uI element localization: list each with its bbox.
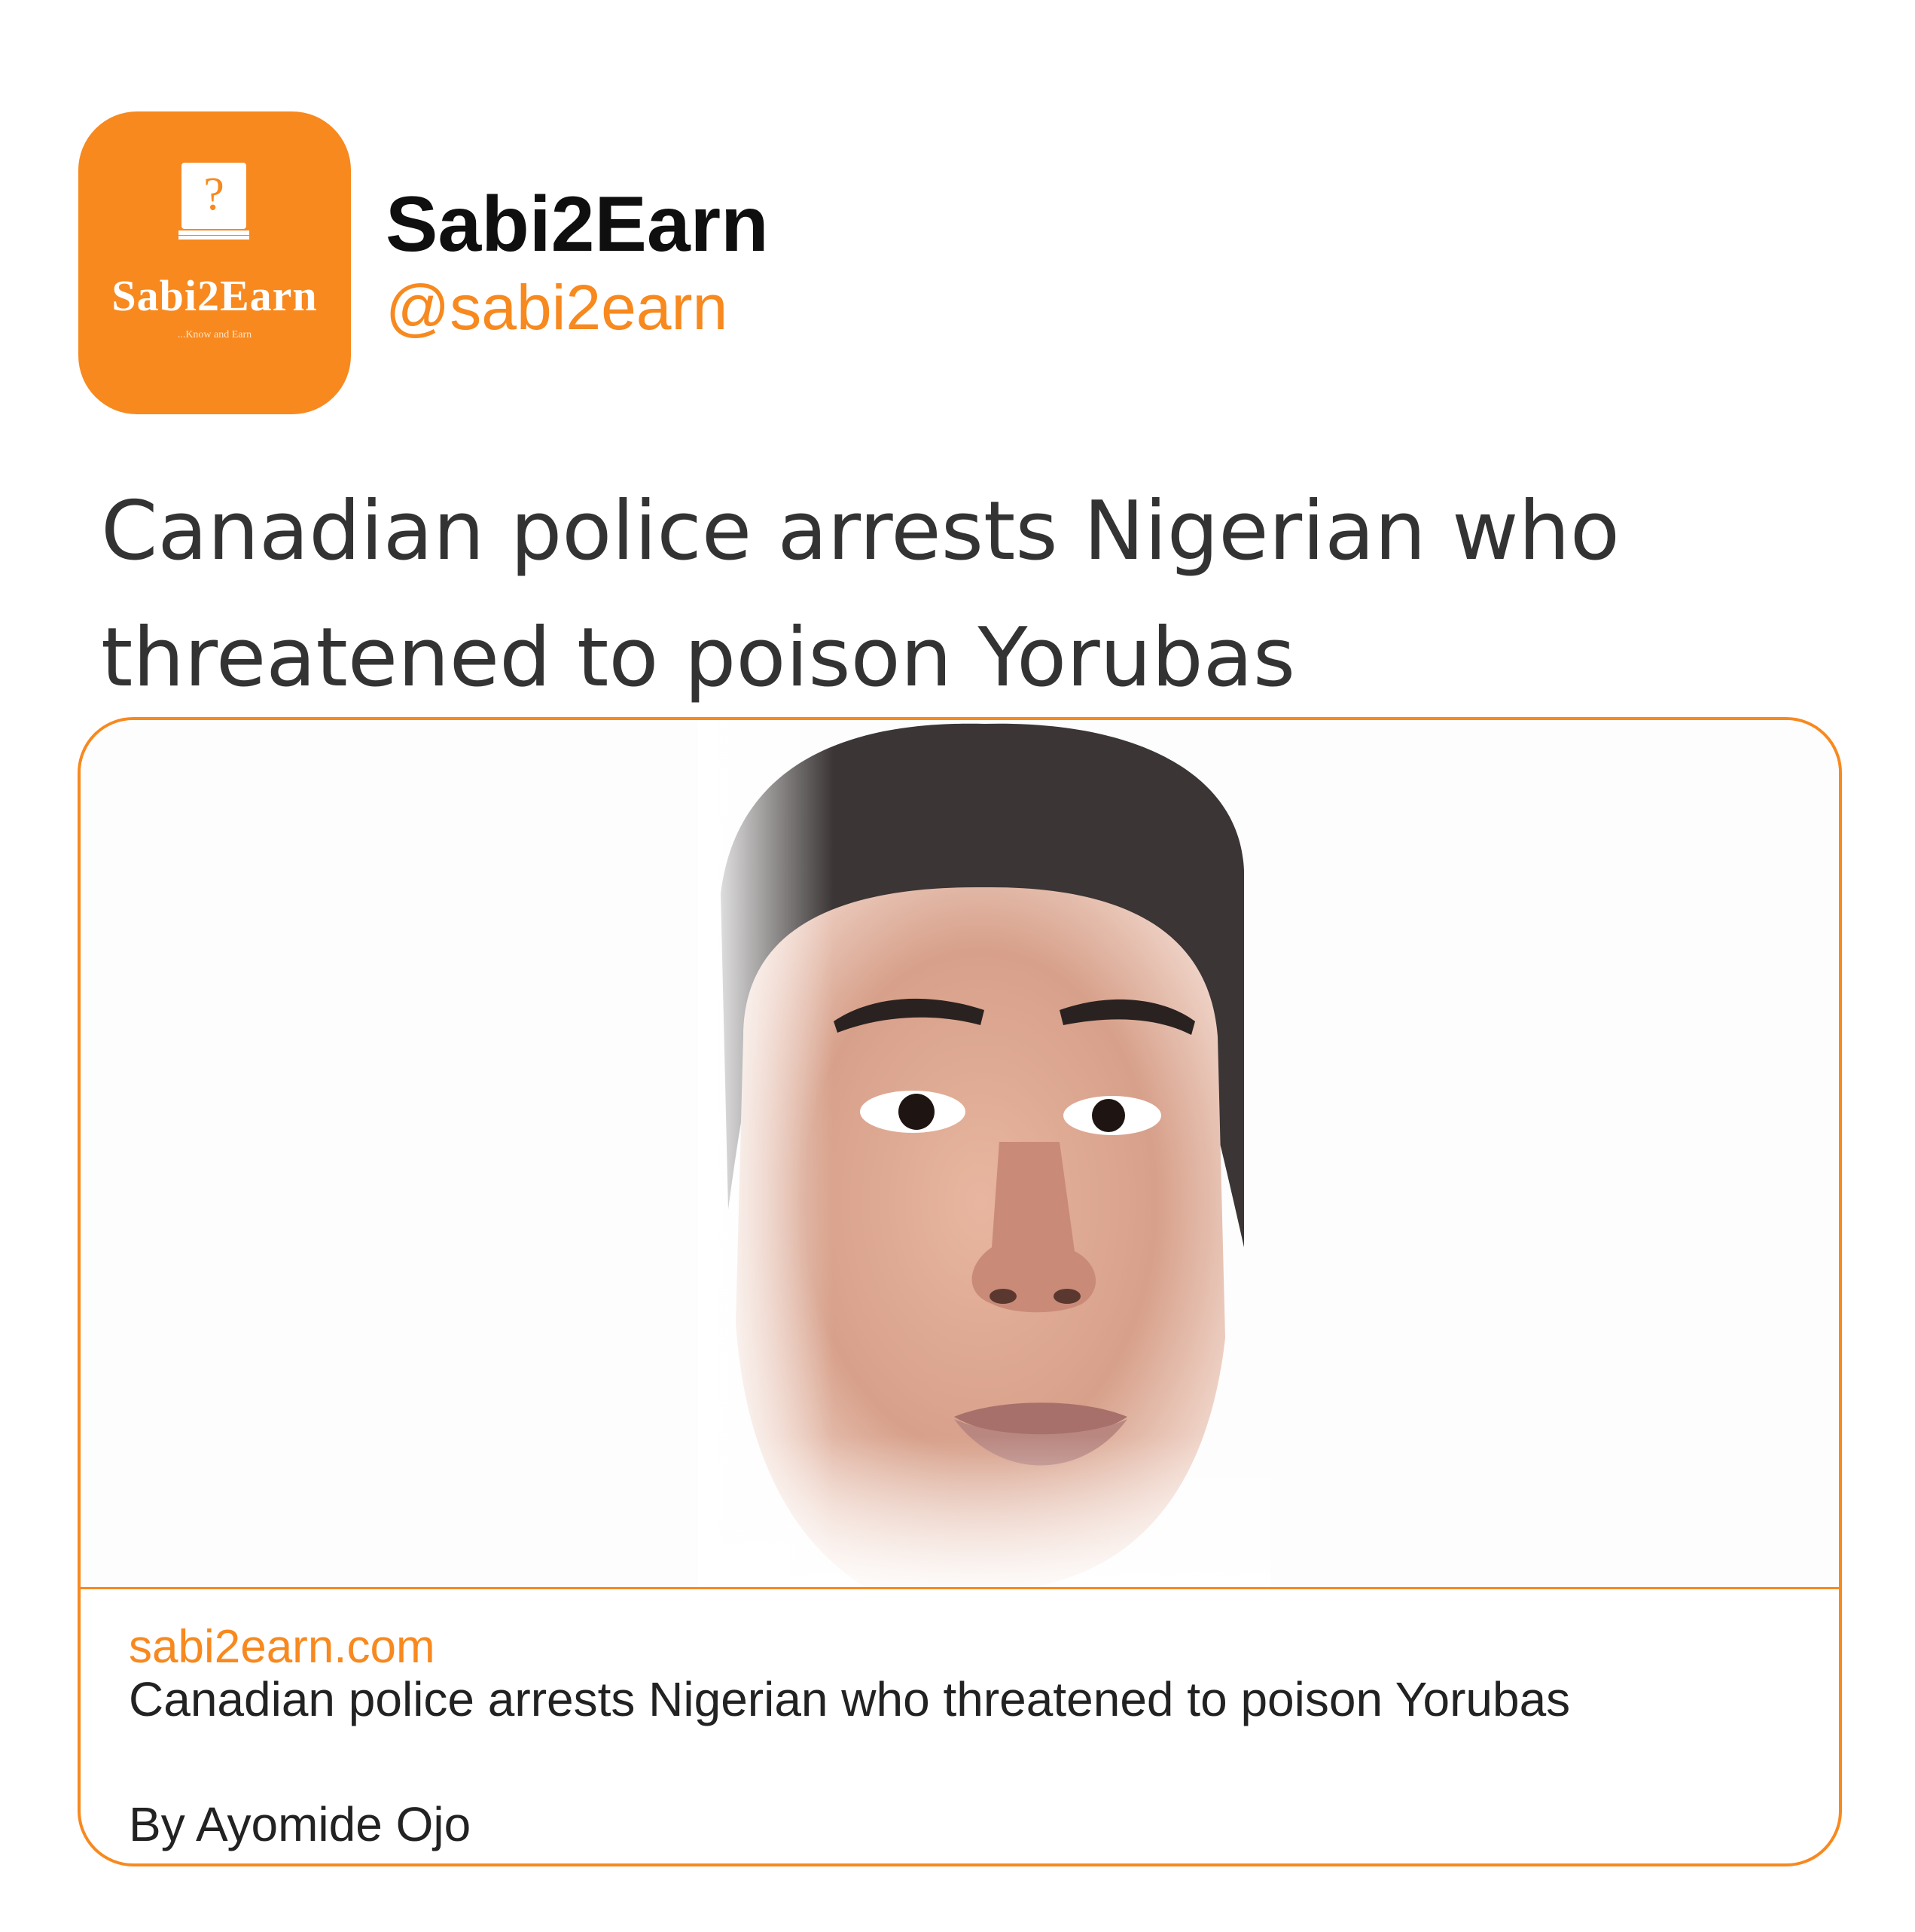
logo-text: Sabi2Earn [111,271,318,320]
avatar[interactable]: ? Sabi2Earn ...Know and Earn [78,111,351,414]
card-image [81,720,1839,1587]
card-description: By Ayomide Ojo [129,1797,471,1851]
card-title[interactable]: Canadian police arrests Nigerian who thr… [129,1673,1570,1726]
svg-text:?: ? [203,169,224,220]
card-divider [81,1587,1839,1589]
logo-tagline: ...Know and Earn [177,329,252,340]
link-card[interactable]: sabi2earn.com Canadian police arrests Ni… [78,717,1842,1866]
account-handle[interactable]: @sabi2earn [386,276,727,339]
question-book-icon: ? [178,163,249,240]
portrait-photo [698,720,1270,1587]
tweet-text: Canadian police arrests Nigerian who thr… [101,484,1620,705]
account-name[interactable]: Sabi2Earn [386,185,769,264]
card-domain[interactable]: sabi2earn.com [129,1624,435,1671]
